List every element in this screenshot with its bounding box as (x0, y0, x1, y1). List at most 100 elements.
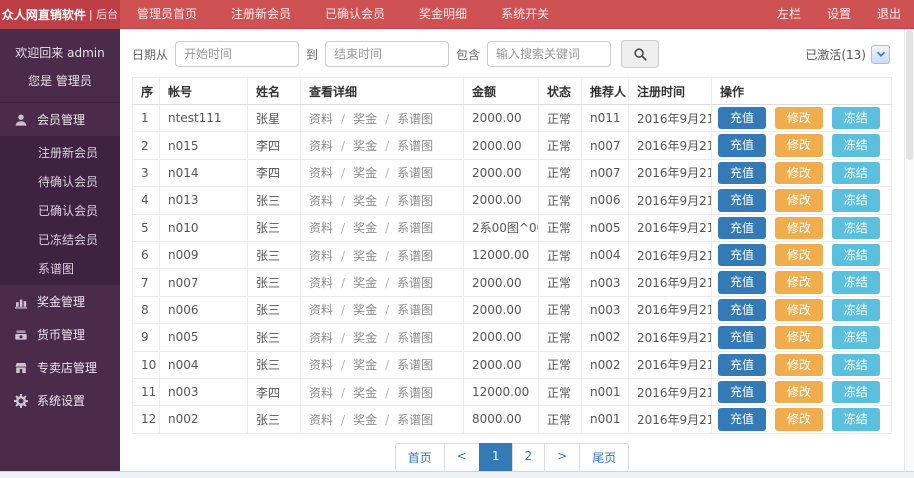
sidebar-subitem[interactable]: 已确认会员 (0, 196, 120, 225)
page-prev[interactable]: < (444, 443, 480, 472)
modify-button[interactable]: 修改 (775, 162, 823, 184)
top-nav-item[interactable]: 奖金明细 (402, 0, 484, 28)
freeze-button[interactable]: 冻结 (832, 189, 880, 211)
sidebar-subitem[interactable]: 已冻结会员 (0, 225, 120, 254)
freeze-button[interactable]: 冻结 (832, 326, 880, 348)
scrollbar-thumb[interactable] (906, 30, 913, 160)
freeze-button[interactable]: 冻结 (832, 217, 880, 239)
modify-button[interactable]: 修改 (775, 408, 823, 430)
top-nav-right-item[interactable]: 退出 (864, 0, 914, 28)
recharge-button[interactable]: 充值 (718, 408, 766, 430)
sidebar-item-system-settings[interactable]: 系统设置 (0, 384, 120, 417)
keyword-input[interactable] (487, 41, 611, 67)
top-nav-item[interactable]: 管理员首页 (120, 0, 214, 28)
modify-button[interactable]: 修改 (775, 217, 823, 239)
profile-link[interactable]: 资料 (309, 413, 333, 427)
modify-button[interactable]: 修改 (775, 189, 823, 211)
profile-link[interactable]: 资料 (309, 112, 333, 126)
scrollbar[interactable] (904, 29, 914, 471)
profile-link[interactable]: 资料 (309, 331, 333, 345)
genealogy-link[interactable]: 系谱图 (397, 358, 433, 372)
freeze-button[interactable]: 冻结 (832, 381, 880, 403)
top-nav-item[interactable]: 已确认会员 (308, 0, 402, 28)
bonus-link[interactable]: 奖金 (353, 276, 377, 290)
profile-link[interactable]: 资料 (309, 276, 333, 290)
top-nav-item[interactable]: 注册新会员 (214, 0, 308, 28)
chevron-down-icon[interactable] (871, 45, 890, 64)
sidebar-item-currency-management[interactable]: 货币管理 (0, 318, 120, 351)
page-2[interactable]: 2 (512, 443, 546, 472)
profile-link[interactable]: 资料 (309, 303, 333, 317)
genealogy-link[interactable]: 系谱图 (397, 221, 433, 235)
genealogy-link[interactable]: 系谱图 (397, 276, 433, 290)
modify-button[interactable]: 修改 (775, 299, 823, 321)
genealogy-link[interactable]: 系谱图 (397, 303, 433, 317)
recharge-button[interactable]: 充值 (718, 299, 766, 321)
genealogy-link[interactable]: 系谱图 (397, 166, 433, 180)
freeze-button[interactable]: 冻结 (832, 299, 880, 321)
modify-button[interactable]: 修改 (775, 244, 823, 266)
freeze-button[interactable]: 冻结 (832, 134, 880, 156)
modify-button[interactable]: 修改 (775, 134, 823, 156)
top-nav-item[interactable]: 系统开关 (484, 0, 566, 28)
freeze-button[interactable]: 冻结 (832, 107, 880, 129)
sidebar-item-bonus-management[interactable]: 奖金管理 (0, 285, 120, 318)
sidebar-subitem[interactable]: 系谱图 (0, 254, 120, 283)
bonus-link[interactable]: 奖金 (353, 358, 377, 372)
recharge-button[interactable]: 充值 (718, 189, 766, 211)
top-nav-right-item[interactable]: 设置 (814, 0, 864, 28)
bonus-link[interactable]: 奖金 (353, 166, 377, 180)
bonus-link[interactable]: 奖金 (353, 139, 377, 153)
sidebar-subitem[interactable]: 待确认会员 (0, 167, 120, 196)
recharge-button[interactable]: 充值 (718, 217, 766, 239)
genealogy-link[interactable]: 系谱图 (397, 413, 433, 427)
date-from-input[interactable] (175, 41, 299, 67)
bonus-link[interactable]: 奖金 (353, 221, 377, 235)
recharge-button[interactable]: 充值 (718, 244, 766, 266)
bonus-link[interactable]: 奖金 (353, 112, 377, 126)
modify-button[interactable]: 修改 (775, 107, 823, 129)
modify-button[interactable]: 修改 (775, 326, 823, 348)
recharge-button[interactable]: 充值 (718, 326, 766, 348)
freeze-button[interactable]: 冻结 (832, 162, 880, 184)
freeze-button[interactable]: 冻结 (832, 408, 880, 430)
recharge-button[interactable]: 充值 (718, 381, 766, 403)
bonus-link[interactable]: 奖金 (353, 303, 377, 317)
date-to-input[interactable] (325, 41, 449, 67)
profile-link[interactable]: 资料 (309, 166, 333, 180)
freeze-button[interactable]: 冻结 (832, 244, 880, 266)
page-1[interactable]: 1 (479, 443, 513, 472)
sidebar-subitem[interactable]: 注册新会员 (0, 138, 120, 167)
genealogy-link[interactable]: 系谱图 (397, 194, 433, 208)
recharge-button[interactable]: 充值 (718, 134, 766, 156)
top-nav-right-item[interactable]: 左栏 (764, 0, 814, 28)
bonus-link[interactable]: 奖金 (353, 386, 377, 400)
bonus-link[interactable]: 奖金 (353, 331, 377, 345)
modify-button[interactable]: 修改 (775, 354, 823, 376)
profile-link[interactable]: 资料 (309, 358, 333, 372)
profile-link[interactable]: 资料 (309, 221, 333, 235)
bonus-link[interactable]: 奖金 (353, 249, 377, 263)
profile-link[interactable]: 资料 (309, 386, 333, 400)
genealogy-link[interactable]: 系谱图 (397, 139, 433, 153)
genealogy-link[interactable]: 系谱图 (397, 331, 433, 345)
page-last[interactable]: 尾页 (579, 443, 629, 472)
recharge-button[interactable]: 充值 (718, 162, 766, 184)
recharge-button[interactable]: 充值 (718, 354, 766, 376)
page-first[interactable]: 首页 (395, 443, 445, 472)
bonus-link[interactable]: 奖金 (353, 194, 377, 208)
profile-link[interactable]: 资料 (309, 194, 333, 208)
genealogy-link[interactable]: 系谱图 (397, 112, 433, 126)
profile-link[interactable]: 资料 (309, 139, 333, 153)
recharge-button[interactable]: 充值 (718, 107, 766, 129)
recharge-button[interactable]: 充值 (718, 271, 766, 293)
status-filter-select[interactable]: 已激活(13) (805, 45, 892, 64)
freeze-button[interactable]: 冻结 (832, 271, 880, 293)
genealogy-link[interactable]: 系谱图 (397, 386, 433, 400)
freeze-button[interactable]: 冻结 (832, 354, 880, 376)
profile-link[interactable]: 资料 (309, 249, 333, 263)
search-button[interactable] (621, 40, 659, 68)
genealogy-link[interactable]: 系谱图 (397, 249, 433, 263)
page-next[interactable]: > (544, 443, 580, 472)
sidebar-item-store-management[interactable]: 专卖店管理 (0, 351, 120, 384)
